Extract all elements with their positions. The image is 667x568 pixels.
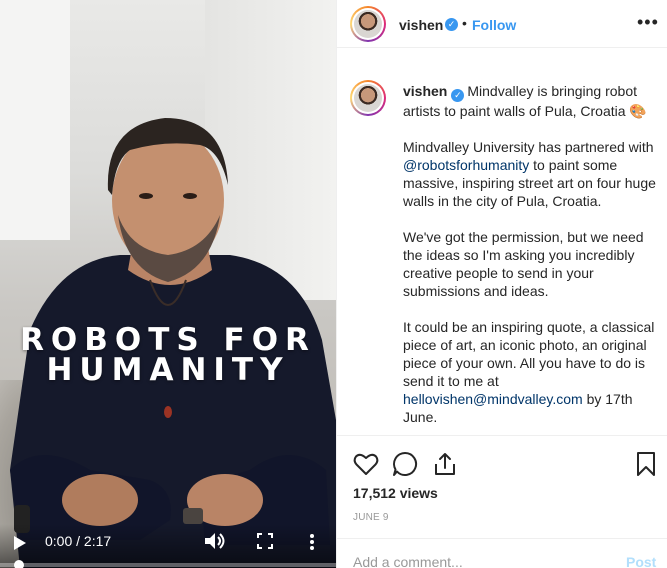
post-date[interactable]: JUNE 9 (353, 512, 389, 523)
video-overlay-title-line2: HUMANITY (46, 352, 290, 388)
header-separator: • (462, 15, 467, 31)
mention-link[interactable]: @robotsforhumanity (403, 157, 529, 173)
email-link[interactable]: hellovishen@mindvalley.com (403, 391, 583, 407)
play-icon[interactable] (14, 536, 26, 550)
post-actions: 17,512 views JUNE 9 Add a comment... Pos… (337, 437, 667, 568)
caption-paragraph-3: We've got the permission, but we need th… (403, 229, 644, 299)
view-count[interactable]: 17,512 views (353, 485, 438, 501)
caption-username[interactable]: vishen (403, 83, 447, 99)
fullscreen-icon[interactable] (257, 533, 273, 549)
more-horizontal-icon[interactable]: ••• (637, 12, 659, 33)
bookmark-icon[interactable] (633, 451, 659, 477)
heart-icon[interactable] (353, 451, 379, 477)
caption-area[interactable]: vishen ✓ Mindvalley is bringing robot arti… (337, 49, 667, 436)
post-header: vishen ✓ • Follow ••• (337, 0, 667, 48)
comment-icon[interactable] (392, 451, 418, 477)
video-more-icon[interactable] (309, 533, 315, 551)
caption-avatar[interactable] (350, 80, 386, 116)
caption-text: vishen ✓ Mindvalley is bringing robot arti… (403, 82, 658, 435)
share-icon[interactable] (432, 451, 458, 477)
verified-badge-icon: ✓ (445, 18, 458, 31)
post-comment-button[interactable]: Post (626, 554, 656, 568)
verified-badge-icon: ✓ (451, 89, 465, 102)
caption-paragraph-2-text: Mindvalley University has partnered with (403, 139, 654, 155)
follow-button[interactable]: Follow (472, 17, 516, 33)
volume-icon[interactable] (203, 532, 227, 550)
caption-paragraph-4-text: It could be an inspiring quote, a classi… (403, 319, 655, 389)
video-progress-handle[interactable] (14, 560, 24, 568)
comment-input[interactable]: Add a comment... (353, 554, 463, 568)
avatar[interactable] (350, 6, 386, 42)
comment-bar: Add a comment... Post (337, 538, 667, 568)
video-time: 0:00 / 2:17 (45, 533, 112, 549)
video-frame-person (10, 118, 336, 568)
header-username[interactable]: vishen (399, 17, 443, 33)
video-player[interactable]: ROBOTS FOR HUMANITY 0:00 / 2:17 (0, 0, 336, 568)
video-progress-bar[interactable] (0, 562, 336, 568)
